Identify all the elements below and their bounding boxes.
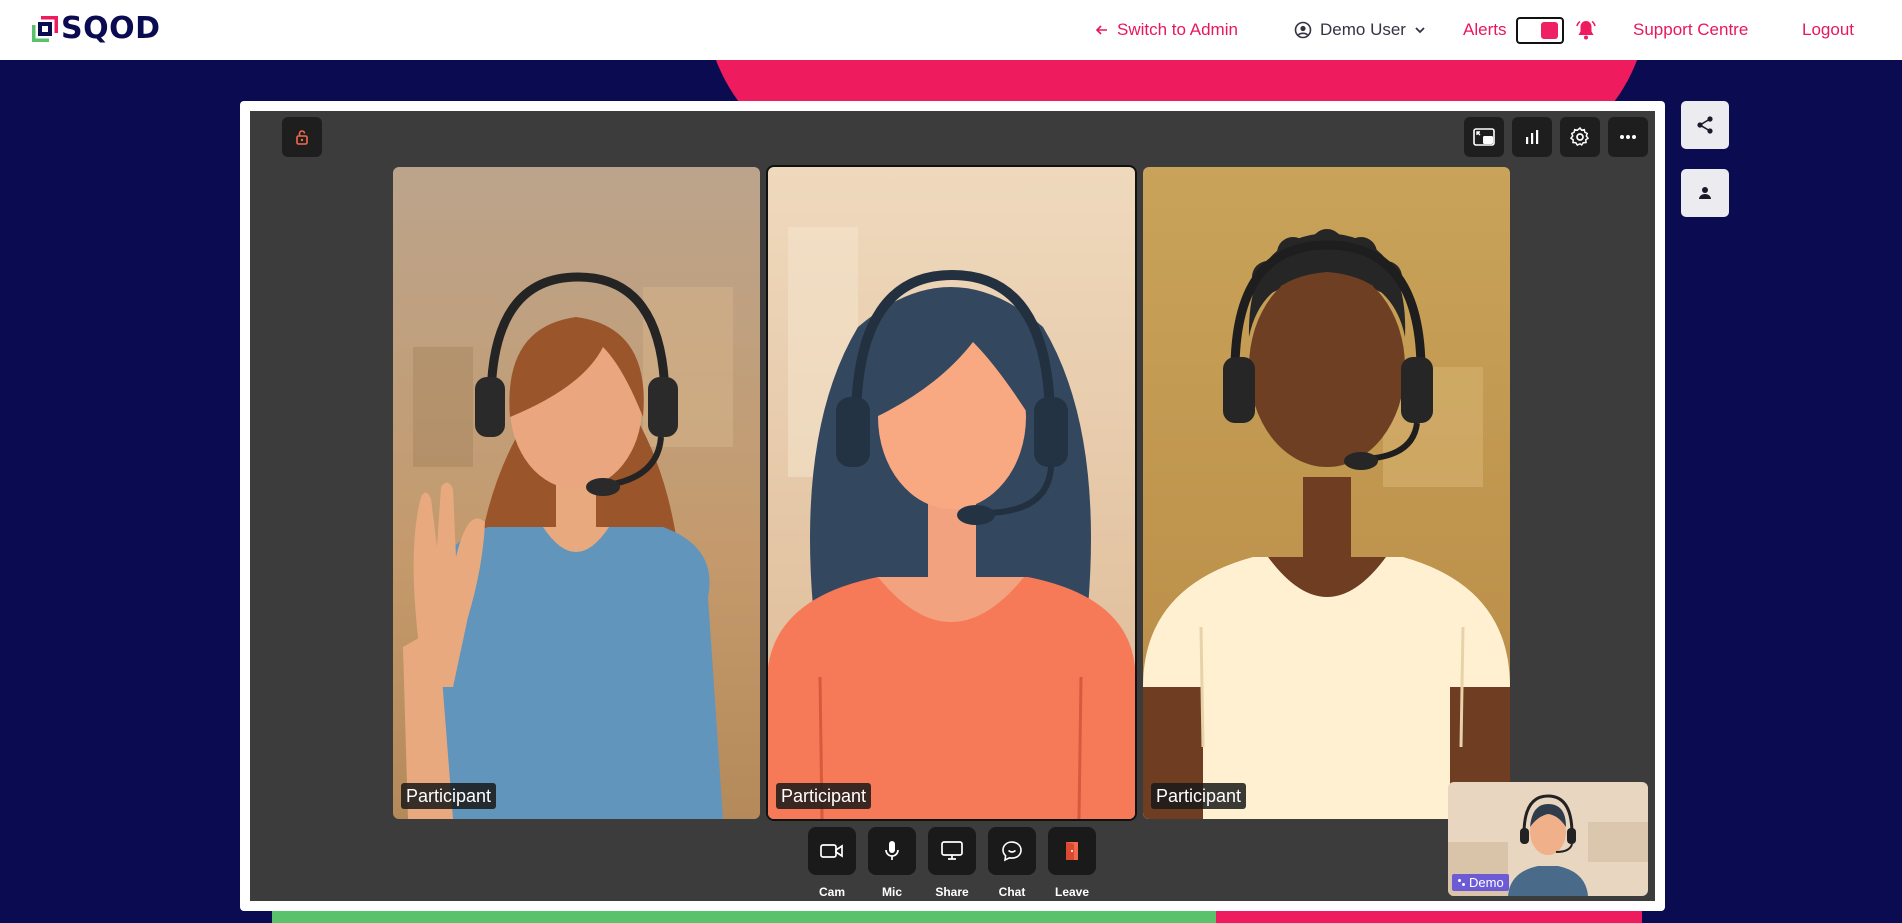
more-options-button[interactable] <box>1608 117 1648 157</box>
self-view-video[interactable]: Demo <box>1448 782 1648 896</box>
lock-toggle-button[interactable] <box>282 117 322 157</box>
participant-tile-1[interactable]: Participant <box>393 167 760 819</box>
screen-share-icon <box>941 841 963 860</box>
chat-label: Chat <box>998 885 1026 899</box>
arrow-left-icon <box>1095 25 1107 35</box>
switch-to-admin-link[interactable]: Switch to Admin <box>1095 0 1238 60</box>
logo-mark-icon <box>32 16 58 42</box>
sparkle-icon <box>1458 879 1465 886</box>
participant-1-video-image <box>393 167 760 819</box>
picture-in-picture-button[interactable] <box>1464 117 1504 157</box>
settings-button[interactable] <box>1560 117 1600 157</box>
mic-label: Mic <box>881 885 902 899</box>
chat-icon <box>1002 841 1022 862</box>
participant-3-video-image <box>1143 167 1510 819</box>
logo-text: SQOD <box>61 11 161 46</box>
alerts-label: Alerts <box>1463 20 1507 39</box>
sqod-logo[interactable]: SQOD <box>32 12 161 46</box>
share-label: Share <box>935 885 969 899</box>
participants-button[interactable] <box>1681 169 1729 217</box>
leave-label: Leave <box>1054 885 1090 899</box>
self-view-label: Demo <box>1469 875 1504 890</box>
picture-in-picture-icon <box>1473 128 1495 146</box>
participant-tile-3[interactable]: Participant <box>1143 167 1510 819</box>
cam-label: Cam <box>818 885 845 899</box>
share-icon <box>1697 116 1713 134</box>
switch-to-admin-label: Switch to Admin <box>1117 20 1238 39</box>
support-centre-link[interactable]: Support Centre <box>1633 0 1748 60</box>
alerts-control: Alerts <box>1463 0 1598 60</box>
bar-chart-icon <box>1526 130 1539 144</box>
chevron-down-icon <box>1415 27 1425 34</box>
leave-door-icon <box>1066 842 1078 860</box>
chat-control[interactable]: Chat <box>988 827 1036 899</box>
user-name: Demo User <box>1320 20 1406 39</box>
participant-3-name-tag: Participant <box>1151 783 1247 809</box>
microphone-icon <box>885 841 899 860</box>
camera-icon <box>820 844 843 858</box>
decorative-green-strip <box>272 910 1216 923</box>
video-meeting-area: Participant Participant Participant Cam … <box>250 111 1655 901</box>
meeting-frame: Participant Participant Participant Cam … <box>240 101 1665 911</box>
self-view-tag: Demo <box>1452 874 1509 891</box>
mic-control[interactable]: Mic <box>868 827 916 899</box>
person-icon <box>1699 187 1711 199</box>
stats-button[interactable] <box>1512 117 1552 157</box>
bell-ringing-icon[interactable] <box>1574 18 1598 42</box>
share-button[interactable] <box>928 827 976 875</box>
top-navigation-bar: SQOD Switch to Admin Demo User Alerts Su… <box>0 0 1902 60</box>
logout-link[interactable]: Logout <box>1802 0 1854 60</box>
user-circle-icon <box>1294 21 1312 39</box>
alerts-toggle[interactable] <box>1516 16 1565 44</box>
participant-tile-2[interactable]: Participant <box>766 165 1137 821</box>
mic-button[interactable] <box>868 827 916 875</box>
alerts-toggle-knob <box>1541 21 1559 39</box>
settings-gear-icon <box>1569 126 1590 147</box>
participant-2-name-tag: Participant <box>776 783 872 809</box>
leave-control[interactable]: Leave <box>1048 827 1096 899</box>
participant-2-video-image <box>768 167 1135 819</box>
cam-control[interactable]: Cam <box>808 827 856 899</box>
leave-button[interactable] <box>1048 827 1096 875</box>
lock-open-icon <box>296 130 308 145</box>
chat-button[interactable] <box>988 827 1036 875</box>
participant-1-name-tag: Participant <box>401 783 497 809</box>
decorative-pink-strip <box>1216 910 1642 923</box>
user-menu[interactable]: Demo User <box>1294 0 1426 60</box>
share-control[interactable]: Share <box>928 827 976 899</box>
call-controls: Cam Mic Share Chat Leave <box>808 827 1096 899</box>
cam-button[interactable] <box>808 827 856 875</box>
more-horizontal-icon <box>1620 135 1636 139</box>
share-link-button[interactable] <box>1681 101 1729 149</box>
